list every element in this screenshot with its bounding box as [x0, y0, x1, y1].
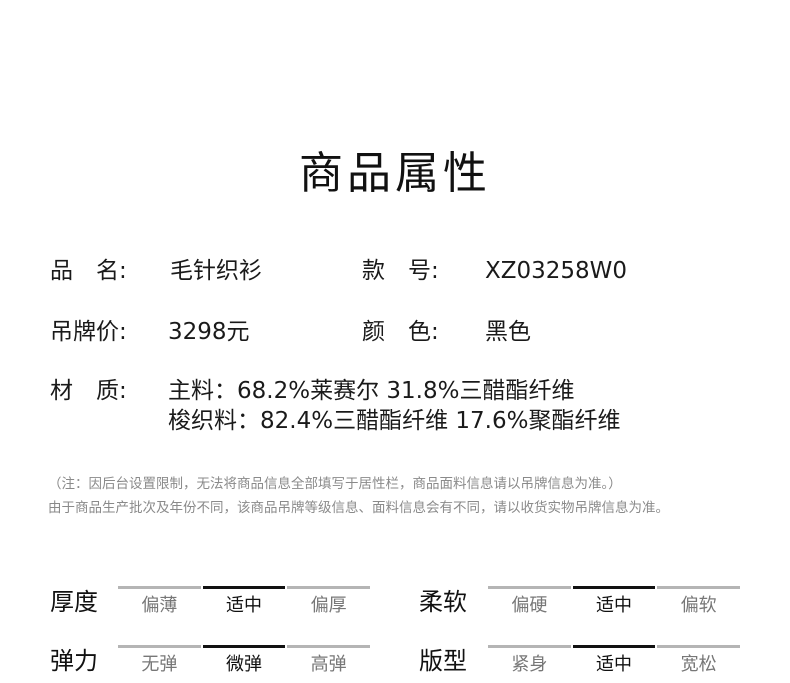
note-line-2: 由于商品生产批次及年份不同，该商品吊牌等级信息、面料信息会有不同，请以收货实物吊…	[48, 500, 669, 516]
scale-option: 无弹	[118, 645, 201, 683]
style-value: XZ03258W0	[485, 258, 628, 284]
scale-thickness: 偏薄 适中 偏厚	[118, 586, 371, 624]
scale-option: 偏薄	[118, 586, 201, 624]
scale-option: 适中	[572, 645, 656, 683]
price-value: 3298元	[168, 319, 250, 345]
scale-option: 微弹	[202, 645, 286, 683]
scale-name-softness: 柔软	[419, 588, 467, 616]
scale-fit: 紧身 适中 宽松	[488, 645, 741, 683]
scale-elasticity: 无弹 微弹 高弹	[118, 645, 371, 683]
material-label: 材 质:	[50, 378, 127, 404]
price-label: 吊牌价:	[50, 319, 127, 345]
scale-option: 偏硬	[488, 586, 571, 624]
scale-option: 偏厚	[287, 586, 371, 624]
color-value: 黑色	[485, 319, 531, 345]
style-label: 款 号:	[362, 258, 439, 284]
material-main: 主料：68.2%莱赛尔 31.8%三醋酯纤维	[168, 378, 575, 404]
scale-option: 紧身	[488, 645, 571, 683]
scale-option: 偏软	[657, 586, 741, 624]
scale-name-fit: 版型	[419, 647, 467, 675]
scale-option: 高弹	[287, 645, 371, 683]
scale-softness: 偏硬 适中 偏软	[488, 586, 741, 624]
note-line-1: （注：因后台设置限制，无法将商品信息全部填写于居性栏，商品面料信息请以吊牌信息为…	[48, 476, 622, 492]
material-woven: 梭织料：82.4%三醋酯纤维 17.6%聚酯纤维	[168, 408, 621, 434]
scale-option: 宽松	[657, 645, 741, 683]
scale-option: 适中	[202, 586, 286, 624]
scale-name-elasticity: 弹力	[50, 647, 98, 675]
page-title: 商品属性	[299, 148, 491, 199]
color-label: 颜 色:	[362, 319, 439, 345]
scale-name-thickness: 厚度	[50, 588, 98, 616]
name-value: 毛针织衫	[170, 258, 262, 284]
scale-option: 适中	[572, 586, 656, 624]
name-label: 品 名:	[50, 258, 127, 284]
